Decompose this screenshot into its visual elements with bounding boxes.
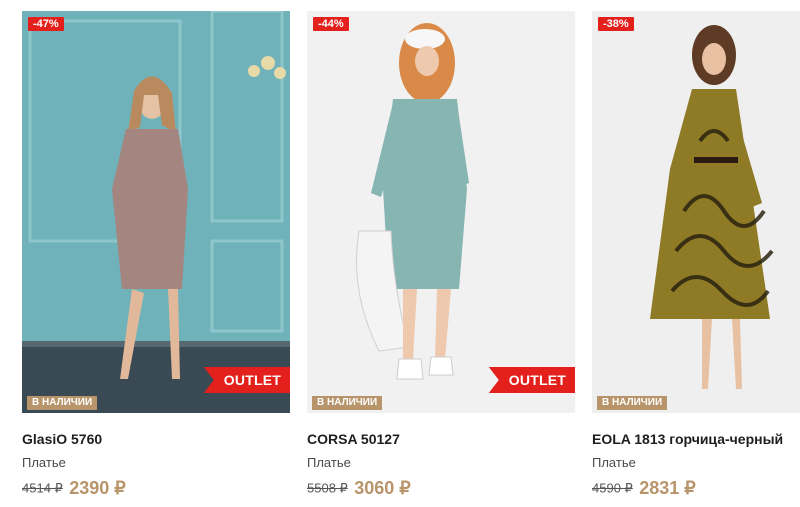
in-stock-badge: В НАЛИЧИИ [597,396,668,410]
discount-badge: -47% [28,17,64,31]
dress-photo-image [592,11,800,413]
outlet-badge: OUTLET [488,367,575,393]
old-price: 4514 ₽ [22,480,63,496]
dress-photo-image [22,11,290,413]
outlet-badge: OUTLET [203,367,290,393]
discount-badge: -44% [313,17,349,31]
product-card[interactable]: -38% В НАЛИЧИИ EOLA 1813 горчица-черный … [592,11,800,499]
product-prices: 4514 ₽ 2390 ₽ [22,478,290,499]
product-photo[interactable]: -47% OUTLET В НАЛИЧИИ [22,11,290,413]
old-price: 5508 ₽ [307,480,348,496]
sale-price: 2390 ₽ [69,478,126,498]
product-name[interactable]: EOLA 1813 горчица-черный [592,431,800,447]
discount-badge: -38% [598,17,634,31]
product-photo[interactable]: -44% OUTLET В НАЛИЧИИ [307,11,575,413]
dress-photo-image [307,11,575,413]
product-photo[interactable]: -38% В НАЛИЧИИ [592,11,800,413]
product-category: Платье [22,455,66,470]
product-name[interactable]: GlasiO 5760 [22,431,290,447]
product-prices: 5508 ₽ 3060 ₽ [307,478,575,499]
product-card[interactable]: -44% OUTLET В НАЛИЧИИ CORSA 50127 Платье… [307,11,575,499]
product-name[interactable]: CORSA 50127 [307,431,575,447]
product-card[interactable]: -47% OUTLET В НАЛИЧИИ GlasiO 5760 Платье… [22,11,290,499]
in-stock-badge: В НАЛИЧИИ [312,396,383,410]
sale-price: 2831 ₽ [639,478,696,498]
sale-price: 3060 ₽ [354,478,411,498]
product-prices: 4590 ₽ 2831 ₽ [592,478,800,499]
product-category: Платье [307,455,351,470]
in-stock-badge: В НАЛИЧИИ [27,396,98,410]
old-price: 4590 ₽ [592,480,633,496]
product-category: Платье [592,455,636,470]
